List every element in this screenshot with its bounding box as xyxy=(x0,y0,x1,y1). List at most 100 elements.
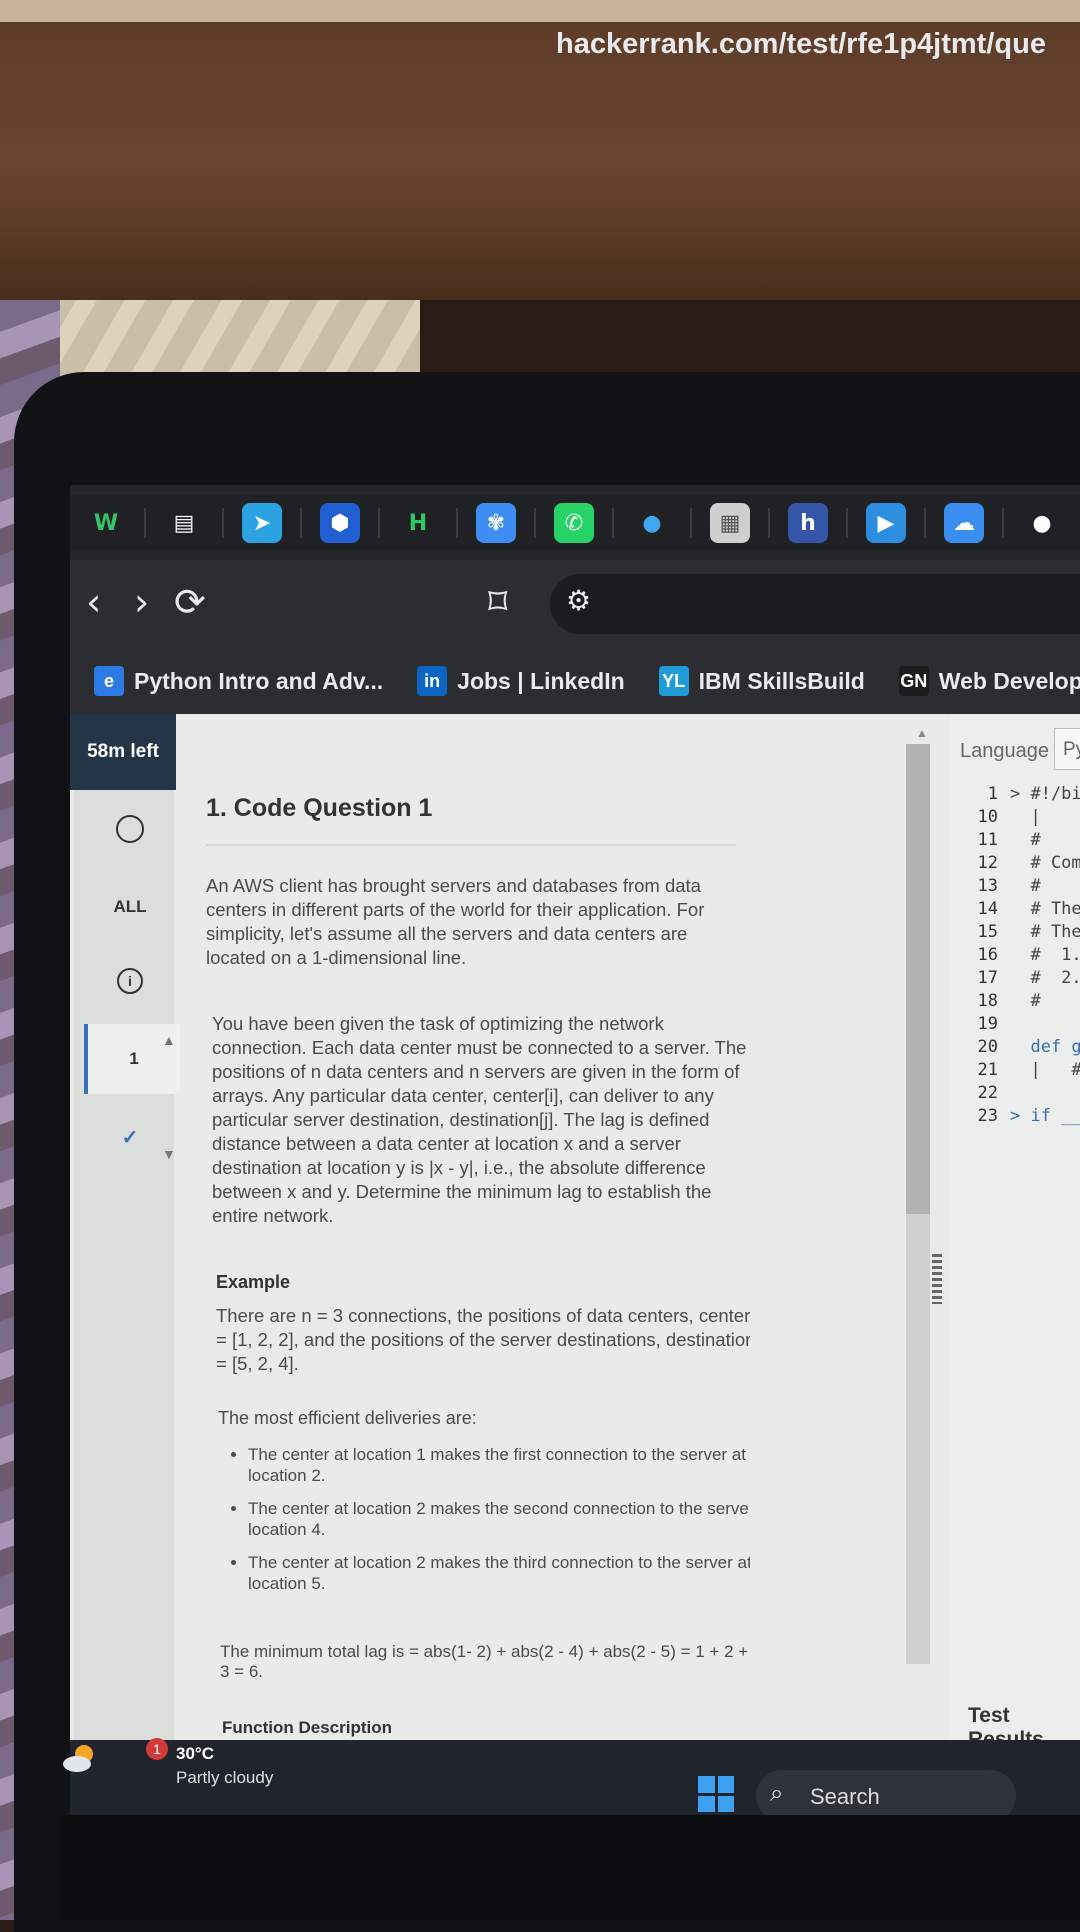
icon-separator xyxy=(768,508,770,538)
video-icon[interactable]: ▶ xyxy=(866,503,906,543)
icon-separator xyxy=(378,508,380,538)
windows-start-icon[interactable] xyxy=(698,1776,734,1812)
ceiling-strip xyxy=(0,0,1080,22)
bookmark-star-icon[interactable]: ⌑ xyxy=(488,580,508,624)
cloud-app-icon[interactable]: ☁ xyxy=(944,503,984,543)
code-line[interactable]: 13 # xyxy=(950,876,1080,896)
code-line[interactable]: 21 | # Wr xyxy=(950,1060,1080,1080)
code-line[interactable]: 18 # xyxy=(950,991,1080,1011)
browser-nav-bar: ‹ › ⟳ ⌑ ⚙ xyxy=(70,560,1080,648)
line-number: 18 xyxy=(977,991,998,1011)
line-number: 12 xyxy=(977,853,998,873)
deliveries-list: The center at location 1 makes the first… xyxy=(216,1444,750,1606)
scroll-up-icon[interactable]: ▲ xyxy=(162,1032,176,1048)
code-line[interactable]: 11 # xyxy=(950,830,1080,850)
search-icon: ⌕ xyxy=(770,1780,784,1807)
laptop-bottom-bezel xyxy=(60,1815,1080,1920)
butterfly-icon[interactable]: ✾ xyxy=(476,503,516,543)
whatsapp-icon[interactable]: ✆ xyxy=(554,503,594,543)
question-panel: 1. Code Question 1 An AWS client has bro… xyxy=(190,714,750,1754)
icon-separator xyxy=(456,508,458,538)
code-text: # 2. IN xyxy=(1030,968,1080,988)
bookmark-manager-icon[interactable]: ▤ xyxy=(164,503,204,543)
title-divider xyxy=(206,844,736,846)
code-text: # The fu xyxy=(1030,899,1080,919)
temperature-text: 30°C xyxy=(176,1744,214,1763)
code-line[interactable]: 16 # 1. IN xyxy=(950,945,1080,965)
code-text: # xyxy=(1010,991,1041,1011)
back-icon[interactable]: ‹ xyxy=(86,580,101,624)
icon-separator xyxy=(300,508,302,538)
icon-separator xyxy=(924,508,926,538)
scroll-down-icon[interactable]: ▼ xyxy=(162,1146,176,1162)
h-icon[interactable]: h xyxy=(788,503,828,543)
line-number: 20 xyxy=(977,1037,998,1057)
list-item: The center at location 2 makes the secon… xyxy=(248,1498,750,1540)
all-questions-button[interactable]: ALL xyxy=(84,872,176,942)
line-number: 21 xyxy=(977,1060,998,1080)
icon-separator xyxy=(846,508,848,538)
line-number: 23 xyxy=(977,1106,998,1126)
deliveries-heading: The most efficient deliveries are: xyxy=(218,1408,477,1428)
bookmark-label: Web Development V xyxy=(938,667,1080,694)
picture-icon[interactable]: ▦ xyxy=(710,503,750,543)
question-title: 1. Code Question 1 xyxy=(206,794,433,822)
code-line[interactable]: 17 # 2. IN xyxy=(950,968,1080,988)
info-icon: i xyxy=(117,968,143,994)
github-icon[interactable]: ● xyxy=(1022,503,1062,543)
code-line[interactable]: 14 # The fu xyxy=(950,899,1080,919)
question-task: You have been given the task of optimizi… xyxy=(212,1013,747,1226)
question-scrollbar[interactable] xyxy=(906,744,930,1664)
question-intro: An AWS client has brought servers and da… xyxy=(206,875,705,968)
line-number: 13 xyxy=(977,876,998,896)
panel-resize-handle[interactable] xyxy=(932,1254,942,1304)
hackerrank-icon[interactable]: H xyxy=(398,503,438,543)
line-number: 11 xyxy=(977,830,998,850)
telegram-icon[interactable]: ➤ xyxy=(242,503,282,543)
line-number: 17 xyxy=(977,968,998,988)
hexagon-app-icon[interactable]: ⬢ xyxy=(320,503,360,543)
line-number: 14 xyxy=(977,899,998,919)
scroll-thumb[interactable] xyxy=(906,744,930,1214)
code-text: > if __name xyxy=(1010,1106,1080,1126)
language-select[interactable]: Pytho xyxy=(1054,728,1080,770)
line-number: 10 xyxy=(977,807,998,827)
url-text[interactable]: hackerrank.com/test/rfe1p4jtmt/que xyxy=(556,28,1046,61)
address-bar[interactable] xyxy=(550,574,1080,634)
time-left-badge: 58m left xyxy=(70,714,176,790)
code-line[interactable]: 23 > if __name xyxy=(950,1106,1080,1126)
code-line[interactable]: 15 # The fu xyxy=(950,922,1080,942)
question-sidebar xyxy=(74,714,174,1754)
bookmark-ibm-skillsbuild[interactable]: YL IBM SkillsBuild xyxy=(658,666,865,696)
droplet-icon[interactable]: ● xyxy=(632,503,672,543)
code-line[interactable]: 19 xyxy=(950,1014,1080,1034)
forward-icon[interactable]: › xyxy=(134,580,149,624)
site-settings-icon[interactable]: ⚙ xyxy=(566,584,591,617)
bookmark-web-development[interactable]: GN Web Development V xyxy=(898,666,1080,696)
bookmark-python-intro[interactable]: e Python Intro and Adv... xyxy=(94,666,383,696)
timer-icon-button[interactable] xyxy=(84,794,176,864)
icon-separator xyxy=(1002,508,1004,538)
taskbar-search-label: Search xyxy=(810,1784,880,1809)
bookmark-web-development-icon: GN xyxy=(898,666,929,696)
w-icon[interactable]: W xyxy=(86,503,126,543)
code-editor[interactable]: Language Pytho Test Results 1> #!/bin/10… xyxy=(950,714,1080,1754)
code-line[interactable]: 1 > #!/bin/ xyxy=(950,784,1080,804)
icon-separator xyxy=(144,508,146,538)
bookmark-python-intro-icon: e xyxy=(94,666,124,696)
bookmark-label: Python Intro and Adv... xyxy=(134,667,384,694)
min-lag-text: The minimum total lag is = abs(1- 2) + a… xyxy=(220,1642,749,1681)
bookmark-label: Jobs | LinkedIn xyxy=(457,667,625,694)
code-line[interactable]: 10 | xyxy=(950,807,1080,827)
icon-separator xyxy=(534,508,536,538)
reload-icon[interactable]: ⟳ xyxy=(174,580,206,624)
scrollbar-up-icon[interactable]: ▲ xyxy=(916,726,928,740)
info-button[interactable]: i xyxy=(84,946,176,1016)
code-text: # Comple xyxy=(1030,853,1080,873)
list-item: The center at location 2 makes the third… xyxy=(248,1552,750,1594)
partly-cloudy-icon[interactable] xyxy=(62,1742,98,1774)
code-line[interactable]: 20 def getM xyxy=(950,1037,1080,1057)
code-line[interactable]: 12 # Comple xyxy=(950,853,1080,873)
code-line[interactable]: 22 xyxy=(950,1083,1080,1103)
bookmark-linkedin-jobs[interactable]: in Jobs | LinkedIn xyxy=(417,666,625,696)
